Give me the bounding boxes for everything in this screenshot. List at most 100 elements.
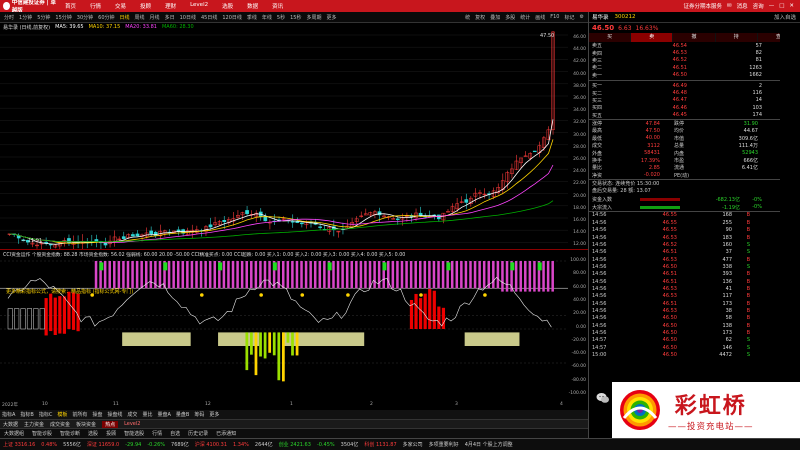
order-book-row[interactable]: 买一 46.49 2 <box>589 82 800 90</box>
service-link[interactable]: 证券分期本服务 <box>684 2 723 10</box>
chart-tool-0[interactable]: 统 <box>465 14 470 21</box>
index-quote[interactable]: 4月4日 个股上方调整 <box>465 441 513 448</box>
menu-stock-picker[interactable]: 选股 <box>215 2 240 10</box>
indicator-tab-0[interactable]: 指标A <box>2 411 15 418</box>
period-18[interactable]: 更多 <box>326 14 336 21</box>
tool-tab-2[interactable]: 智能诊断 <box>60 430 80 437</box>
menu-data[interactable]: 数据 <box>240 2 265 10</box>
indicator-tab-10[interactable]: 量盘B <box>176 411 189 418</box>
menu-quotes[interactable]: 行情 <box>83 2 108 10</box>
index-quote[interactable]: -0.45% <box>317 442 335 448</box>
period-17[interactable]: 多周期 <box>306 14 321 21</box>
menu-advisor[interactable]: 投顾 <box>133 2 158 10</box>
function-tab-0[interactable]: 大数据 <box>3 421 18 428</box>
indicator-tab-8[interactable]: 量比 <box>142 411 152 418</box>
order-book-row[interactable]: 卖五 46.54 57 <box>589 42 800 50</box>
index-quote[interactable]: 多项重要利好 <box>429 441 459 448</box>
menu-news[interactable]: 资讯 <box>265 2 290 10</box>
indicator-tab-9[interactable]: 量盘A <box>157 411 170 418</box>
indicator-tab-6[interactable]: 操盘线 <box>107 411 122 418</box>
index-quote[interactable]: 5556亿 <box>63 441 81 448</box>
broker-logo[interactable]: 中信建投证券 | 卓越版 <box>0 0 58 14</box>
chart-tool-1[interactable]: 复权 <box>475 14 485 21</box>
period-16[interactable]: 15秒 <box>290 14 301 21</box>
order-book-row[interactable]: 卖三 46.52 81 <box>589 57 800 64</box>
menu-trade[interactable]: 交易 <box>108 2 133 10</box>
period-5[interactable]: 60分钟 <box>98 14 114 21</box>
tool-tab-1[interactable]: 智能诊股 <box>32 430 52 437</box>
period-4[interactable]: 30分钟 <box>77 14 93 21</box>
index-quote[interactable]: 3504亿 <box>341 441 359 448</box>
period-13[interactable]: 季线 <box>247 14 257 21</box>
add-watchlist-link[interactable]: 加入自选 <box>774 13 800 21</box>
period-9[interactable]: 多日 <box>165 14 175 21</box>
trade-tab-3[interactable]: 持 <box>716 33 758 42</box>
order-book-row[interactable]: 买四 46.46 103 <box>589 104 800 112</box>
chart-tool-5[interactable]: 画线 <box>535 14 545 21</box>
index-quote[interactable]: 1.34% <box>233 442 249 448</box>
order-book-row[interactable]: 卖四 46.53 82 <box>589 49 800 57</box>
trade-tab-1[interactable]: 卖 <box>631 33 674 42</box>
index-quote[interactable]: 2644亿 <box>255 441 273 448</box>
tick-list[interactable]: 14:56 46.55 168 B 14:56 46.55 255 B 14:56 46.55 90… <box>589 210 800 359</box>
chart-tool-6[interactable]: F10 <box>550 14 559 21</box>
index-quote[interactable]: 0.48% <box>41 442 57 448</box>
tool-tab-4[interactable]: 投顾 <box>106 430 116 437</box>
indicator-tab-3[interactable]: 模板 <box>57 411 67 418</box>
index-quote[interactable]: 多家公司 <box>403 441 423 448</box>
period-11[interactable]: 45日线 <box>201 14 217 21</box>
tool-tab-5[interactable]: 智能选股 <box>124 430 144 437</box>
order-book-row[interactable]: 买二 46.48 116 <box>589 89 800 97</box>
order-book-row[interactable]: 卖一 46.50 1662 <box>589 72 800 79</box>
trade-tab-2[interactable]: 撤 <box>673 33 716 42</box>
index-quote[interactable]: 沪深 4100.31 <box>195 441 227 448</box>
period-2[interactable]: 5分钟 <box>37 14 50 21</box>
function-tab-1[interactable]: 主力资金 <box>24 421 44 428</box>
tool-tab-3[interactable]: 选股 <box>88 430 98 437</box>
tool-tab-9[interactable]: 已添通知 <box>216 430 236 437</box>
period-10[interactable]: 10日线 <box>180 14 196 21</box>
chart-tool-2[interactable]: 叠加 <box>490 14 500 21</box>
candlestick-chart[interactable]: 47.50 ← 11.91 <box>0 31 568 249</box>
index-quote[interactable]: 深证 11659.0 <box>87 441 119 448</box>
index-quote[interactable]: -29.94 <box>125 442 141 448</box>
maximize-icon[interactable]: □ <box>779 3 784 9</box>
tool-tab-8[interactable]: 历史记录 <box>188 430 208 437</box>
chart-tool-3[interactable]: 多股 <box>505 14 515 21</box>
level2-tab[interactable]: Level2 <box>124 421 140 427</box>
indicator-tab-4[interactable]: 前所有 <box>72 411 87 418</box>
indicator-tab-2[interactable]: 指标C <box>39 411 53 418</box>
tool-tab-7[interactable]: 自选 <box>170 430 180 437</box>
indicator-tab-7[interactable]: 成交 <box>127 411 137 418</box>
order-book-row[interactable]: 买五 46.45 174 <box>589 112 800 119</box>
index-quote[interactable]: -0.26% <box>147 442 165 448</box>
indicator-tab-12[interactable]: 更多 <box>209 411 219 418</box>
chart-tool-8[interactable]: ⚙ <box>580 14 584 21</box>
index-quote[interactable]: 7689亿 <box>171 441 189 448</box>
tool-tab-6[interactable]: 行情 <box>152 430 162 437</box>
period-1[interactable]: 1分钟 <box>19 14 32 21</box>
period-0[interactable]: 分时 <box>4 14 14 21</box>
index-quote[interactable]: 创业 2421.63 <box>279 441 311 448</box>
indicator-tab-1[interactable]: 指标B <box>20 411 33 418</box>
trade-tab-0[interactable]: 买 <box>589 33 632 42</box>
tool-tab-0[interactable]: 大数据组 <box>4 430 24 437</box>
period-7[interactable]: 周线 <box>135 14 145 21</box>
indicator-tab-5[interactable]: 操盘 <box>92 411 102 418</box>
consult-link[interactable]: 咨询 <box>753 2 764 10</box>
close-icon[interactable]: ✕ <box>789 3 794 9</box>
cci-indicator-chart[interactable] <box>0 258 568 402</box>
period-15[interactable]: 5秒 <box>277 14 285 21</box>
menu-wealth[interactable]: 理财 <box>158 2 183 10</box>
minimize-icon[interactable]: — <box>769 3 775 9</box>
index-quote[interactable]: 上证 3316.16 <box>3 441 35 448</box>
period-14[interactable]: 年线 <box>262 14 272 21</box>
period-6[interactable]: 日线 <box>120 14 130 21</box>
order-book-row[interactable]: 卖二 46.51 1263 <box>589 64 800 72</box>
function-tab-4[interactable]: 热点 <box>102 420 119 428</box>
menu-home[interactable]: 首页 <box>58 2 83 10</box>
index-quote[interactable]: 科创 1131.87 <box>364 441 396 448</box>
chart-tool-4[interactable]: 统计 <box>520 14 530 21</box>
indicator-tab-11[interactable]: 筹码 <box>194 411 204 418</box>
order-book-row[interactable]: 买三 46.47 14 <box>589 97 800 104</box>
